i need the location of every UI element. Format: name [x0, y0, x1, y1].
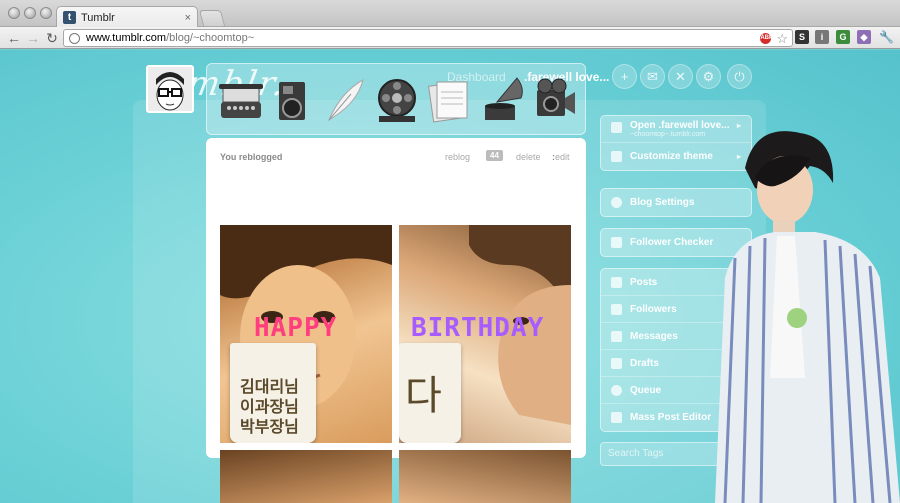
- queue-icon: [611, 385, 622, 396]
- browser-tab[interactable]: t Tumblr ×: [56, 6, 198, 28]
- reload-icon[interactable]: ↻: [44, 30, 60, 46]
- post-photo-right[interactable]: BIRTHDAY 다: [399, 225, 571, 443]
- delete-link[interactable]: delete: [516, 152, 541, 162]
- url-host: www.tumblr.com: [86, 32, 167, 44]
- birthday-text: BIRTHDAY: [411, 313, 545, 343]
- minimize-window-button[interactable]: [24, 7, 36, 19]
- typewriter-icon[interactable]: [217, 72, 265, 128]
- gear-icon: [611, 197, 622, 208]
- back-arrow-icon[interactable]: ←: [6, 30, 22, 46]
- adblock-icon[interactable]: ABP: [760, 32, 773, 44]
- mail-icon[interactable]: ✉: [640, 64, 665, 89]
- camera-icon[interactable]: [269, 72, 317, 128]
- blog-url: ~choomtop~.tumblr.com: [630, 131, 706, 138]
- mug-right-char: 다: [405, 374, 442, 418]
- wrench-icon[interactable]: 🔧: [879, 30, 894, 44]
- globe-icon: [69, 32, 80, 44]
- blog-settings-label: Blog Settings: [630, 197, 695, 208]
- video-camera-icon[interactable]: [529, 72, 577, 128]
- drafts-icon: [611, 358, 622, 369]
- customize-theme-label: Customize theme: [630, 151, 713, 162]
- gear-icon[interactable]: ⚙: [696, 64, 721, 89]
- messages-icon: [611, 331, 622, 342]
- quill-icon[interactable]: [321, 72, 369, 128]
- extension-translate-icon[interactable]: G: [836, 30, 850, 44]
- browser-titlebar: t Tumblr ×: [0, 0, 900, 28]
- url-path: /blog/~choomtop~: [166, 32, 255, 44]
- sidebar-item-label: Mass Post Editor: [630, 412, 712, 423]
- extension-info-icon[interactable]: i: [815, 30, 829, 44]
- post-photo-bottom-left[interactable]: [220, 450, 392, 503]
- tumblr-favicon-icon: t: [63, 11, 76, 24]
- extension-puzzle-icon[interactable]: ◆: [857, 30, 871, 44]
- editor-icon: [611, 412, 622, 423]
- forward-arrow-icon[interactable]: →: [25, 30, 41, 46]
- follower-checker-label: Follower Checker: [630, 237, 714, 248]
- film-reel-icon[interactable]: [373, 72, 421, 128]
- sidebar-item-label: Drafts: [630, 358, 659, 369]
- mug-line-3: 박부장님: [240, 419, 299, 436]
- person-figure-image: [715, 131, 900, 503]
- x-icon[interactable]: ✕: [668, 64, 693, 89]
- gramophone-icon[interactable]: [477, 72, 525, 128]
- address-bar[interactable]: www.tumblr.com /blog/~choomtop~ ABP ☆: [63, 29, 793, 47]
- post-type-bar: [206, 63, 586, 135]
- post-photo-left[interactable]: HAPPY 김대리님 이과장님 박부장님: [220, 225, 392, 443]
- bookmark-star-icon[interactable]: ☆: [776, 32, 788, 45]
- extension-s-icon[interactable]: S: [795, 30, 809, 44]
- followers-icon: [611, 304, 622, 315]
- sidebar-item-label: Queue: [630, 385, 662, 396]
- wrench-icon: [611, 151, 622, 162]
- reblog-link[interactable]: reblog: [445, 152, 470, 162]
- browser-toolbar: ← → ↻ www.tumblr.com /blog/~choomtop~ AB…: [0, 27, 900, 49]
- notes-count[interactable]: 44: [486, 150, 503, 161]
- blog-icon: [611, 122, 622, 133]
- sidebar-item-label: Posts: [630, 277, 658, 288]
- post-photo-bottom-right[interactable]: [399, 450, 571, 503]
- zoom-window-button[interactable]: [40, 7, 52, 19]
- sidebar-item-label: Followers: [630, 304, 677, 315]
- sidebar-item-label: Messages: [630, 331, 678, 342]
- checker-icon: [611, 237, 622, 248]
- posts-icon: [611, 277, 622, 288]
- happy-text: HAPPY: [254, 313, 338, 343]
- edit-link[interactable]: edit: [555, 152, 570, 162]
- tab-title: Tumblr: [81, 11, 115, 24]
- avatar-face-icon: [148, 67, 192, 111]
- search-placeholder: Search Tags: [608, 448, 664, 459]
- post-header: You reblogged: [220, 152, 283, 162]
- avatar[interactable]: [146, 65, 194, 113]
- papers-icon[interactable]: [425, 72, 473, 128]
- power-icon[interactable]: ⏻: [727, 64, 752, 89]
- close-window-button[interactable]: [8, 7, 20, 19]
- plus-icon[interactable]: +: [612, 64, 637, 89]
- new-tab-button[interactable]: [198, 10, 226, 26]
- mug-right: 다: [399, 343, 461, 443]
- close-tab-icon[interactable]: ×: [185, 12, 191, 24]
- mug-left: 김대리님 이과장님 박부장님: [230, 343, 316, 443]
